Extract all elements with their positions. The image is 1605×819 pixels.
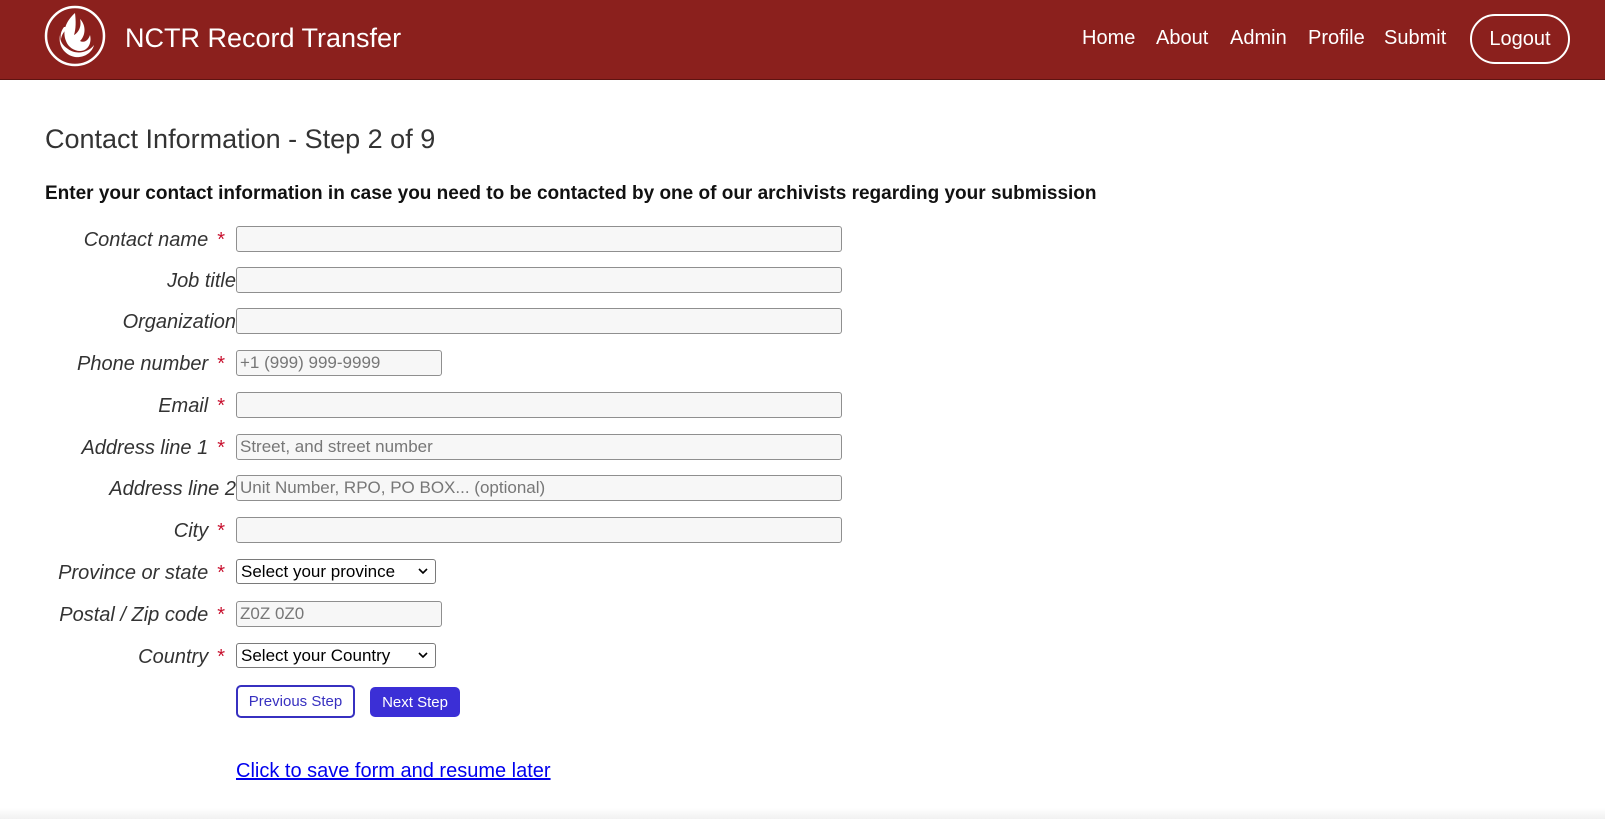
nav-home-link[interactable]: Home — [1082, 24, 1135, 52]
job-title-row: Job title — [0, 267, 900, 295]
nav-submit-link[interactable]: Submit — [1384, 24, 1446, 52]
form-instructions: Enter your contact information in case y… — [45, 183, 1097, 204]
contact-name-input[interactable] — [236, 226, 842, 252]
province-row: Province or state * Select your province — [0, 559, 900, 587]
country-select-value: Select your Country — [241, 646, 391, 665]
postal-code-label: Postal / Zip code * — [59, 604, 225, 626]
address-line-1-row: Address line 1 * — [0, 434, 900, 462]
address-line-2-label: Address line 2 — [109, 478, 236, 500]
job-title-input[interactable] — [236, 267, 842, 293]
save-and-resume-link[interactable]: Click to save form and resume later — [236, 757, 551, 785]
organization-row: Organization — [0, 308, 900, 336]
required-marker: * — [217, 562, 225, 584]
email-input[interactable] — [236, 392, 842, 418]
address-line-1-label: Address line 1 * — [81, 437, 225, 459]
job-title-label: Job title — [167, 270, 236, 292]
previous-step-button[interactable]: Previous Step — [236, 685, 355, 718]
chevron-down-icon — [418, 652, 428, 659]
next-step-button[interactable]: Next Step — [370, 687, 460, 717]
logout-button[interactable]: Logout — [1470, 14, 1570, 64]
required-marker: * — [217, 437, 225, 459]
nav-about-link[interactable]: About — [1156, 24, 1208, 52]
city-row: City * — [0, 517, 900, 545]
email-label: Email * — [158, 395, 225, 417]
city-input[interactable] — [236, 517, 842, 543]
nav-admin-link[interactable]: Admin — [1230, 24, 1287, 52]
province-select-value: Select your province — [241, 562, 396, 581]
contact-name-label: Contact name * — [83, 229, 225, 251]
chevron-down-icon — [418, 568, 428, 575]
nav-profile-link[interactable]: Profile — [1308, 24, 1365, 52]
required-marker: * — [217, 395, 225, 417]
province-select[interactable]: Select your province — [236, 559, 436, 584]
postal-code-input[interactable] — [236, 601, 442, 627]
postal-code-row: Postal / Zip code * — [0, 601, 900, 629]
top-navbar: NCTR Record Transfer Home About Admin Pr… — [0, 0, 1605, 80]
country-label: Country * — [138, 646, 225, 668]
country-row: Country * Select your Country — [0, 643, 900, 671]
flame-feather-logo[interactable] — [44, 5, 106, 67]
required-marker: * — [217, 520, 225, 542]
contact-name-row: Contact name * — [0, 226, 900, 254]
address-line-1-input[interactable] — [236, 434, 842, 460]
required-marker: * — [217, 646, 225, 668]
phone-number-input[interactable] — [236, 350, 442, 376]
brand-title[interactable]: NCTR Record Transfer — [125, 20, 401, 56]
organization-input[interactable] — [236, 308, 842, 334]
footer-divider — [0, 808, 1605, 819]
required-marker: * — [217, 229, 225, 251]
required-marker: * — [217, 353, 225, 375]
phone-number-row: Phone number * — [0, 350, 900, 378]
phone-number-label: Phone number * — [77, 353, 225, 375]
country-select[interactable]: Select your Country — [236, 643, 436, 668]
email-row: Email * — [0, 392, 900, 420]
required-marker: * — [217, 604, 225, 626]
province-label: Province or state * — [58, 562, 225, 584]
page-title: Contact Information - Step 2 of 9 — [45, 124, 436, 154]
address-line-2-input[interactable] — [236, 475, 842, 501]
city-label: City * — [173, 520, 225, 542]
organization-label: Organization — [122, 311, 236, 333]
address-line-2-row: Address line 2 — [0, 475, 900, 503]
